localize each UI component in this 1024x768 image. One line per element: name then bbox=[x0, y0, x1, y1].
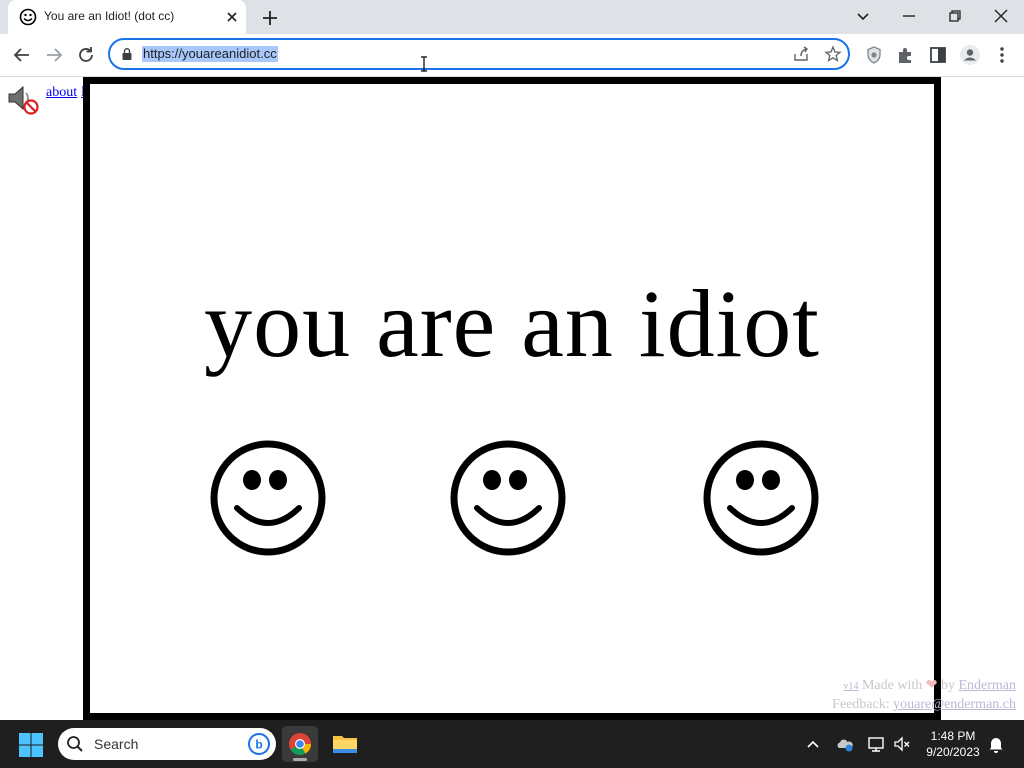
bookmark-star-icon[interactable] bbox=[824, 45, 842, 63]
browser-toolbar: https://youareanidiot.cc bbox=[0, 34, 1024, 77]
browser-tab-active[interactable]: You are an Idiot! (dot cc) bbox=[8, 0, 246, 34]
heart-icon: ❤ bbox=[925, 678, 938, 693]
folder-icon bbox=[333, 736, 357, 753]
side-panel-icon[interactable] bbox=[926, 43, 950, 67]
smiley-face-icon bbox=[210, 440, 326, 556]
chrome-icon bbox=[289, 733, 311, 755]
volume-muted-icon[interactable] bbox=[892, 734, 912, 754]
lock-icon[interactable] bbox=[120, 47, 134, 61]
address-bar[interactable]: https://youareanidiot.cc bbox=[108, 38, 850, 70]
feedback-email-link[interactable]: youare@enderman.ch bbox=[893, 697, 1016, 712]
taskbar-search[interactable]: Search b bbox=[58, 728, 276, 760]
taskbar: Search b 1:48 PM 9/20/2023 bbox=[0, 720, 1024, 768]
tab-title: You are an Idiot! (dot cc) bbox=[44, 9, 175, 23]
url-text[interactable]: https://youareanidiot.cc bbox=[142, 46, 278, 62]
feedback-label: Feedback: bbox=[832, 697, 890, 712]
text-cursor-icon bbox=[421, 56, 427, 72]
forward-arrow-icon[interactable] bbox=[42, 43, 66, 67]
footer-credits: v14 Made with ❤ by Enderman Feedback: yo… bbox=[832, 677, 1016, 714]
taskbar-clock[interactable]: 1:48 PM 9/20/2023 bbox=[920, 728, 986, 760]
onedrive-icon[interactable] bbox=[835, 734, 855, 754]
headline-text: you are an idiot bbox=[204, 270, 820, 377]
close-window-icon[interactable] bbox=[989, 4, 1013, 28]
share-icon[interactable] bbox=[792, 45, 810, 63]
svg-text:b: b bbox=[255, 738, 262, 752]
clock-date: 9/20/2023 bbox=[926, 745, 980, 759]
web-page: aboutlegacysafe you are an idiot v14 Mad… bbox=[0, 77, 1024, 720]
taskbar-file-explorer[interactable] bbox=[327, 726, 363, 762]
more-menu-icon[interactable] bbox=[990, 43, 1014, 67]
smiley-face-icon bbox=[703, 440, 819, 556]
muted-speaker-icon[interactable] bbox=[6, 83, 40, 115]
made-with-text: Made with bbox=[861, 678, 923, 693]
restore-icon[interactable] bbox=[943, 4, 967, 28]
search-icon bbox=[67, 736, 83, 752]
tab-close-icon[interactable] bbox=[224, 9, 240, 25]
notification-bell-icon[interactable] bbox=[986, 734, 1006, 754]
tab-search-chevron-icon[interactable] bbox=[851, 4, 875, 28]
extension-shield-icon[interactable] bbox=[862, 43, 886, 67]
back-arrow-icon[interactable] bbox=[10, 43, 34, 67]
version-link[interactable]: v14 bbox=[843, 681, 858, 692]
profile-avatar-icon[interactable] bbox=[958, 43, 982, 67]
clock-time: 1:48 PM bbox=[930, 729, 976, 743]
minimize-icon[interactable] bbox=[897, 4, 921, 28]
popup-window[interactable]: you are an idiot bbox=[83, 77, 941, 720]
about-link[interactable]: about bbox=[46, 85, 77, 100]
extensions-puzzle-icon[interactable] bbox=[894, 43, 918, 67]
title-bar: You are an Idiot! (dot cc) bbox=[0, 0, 1024, 34]
taskbar-chrome[interactable] bbox=[282, 726, 318, 762]
active-indicator bbox=[293, 758, 307, 761]
windows-start-icon[interactable] bbox=[18, 732, 44, 758]
smiley-favicon-icon bbox=[19, 8, 37, 26]
reload-icon[interactable] bbox=[74, 43, 98, 67]
network-icon[interactable] bbox=[866, 734, 886, 754]
author-link[interactable]: Enderman bbox=[958, 678, 1016, 693]
bing-icon[interactable]: b bbox=[248, 733, 270, 755]
smiley-face-icon bbox=[450, 440, 566, 556]
chevron-up-icon[interactable] bbox=[803, 734, 823, 754]
by-text: by bbox=[940, 678, 955, 693]
new-tab-icon[interactable] bbox=[258, 6, 282, 30]
search-placeholder: Search bbox=[94, 736, 139, 752]
